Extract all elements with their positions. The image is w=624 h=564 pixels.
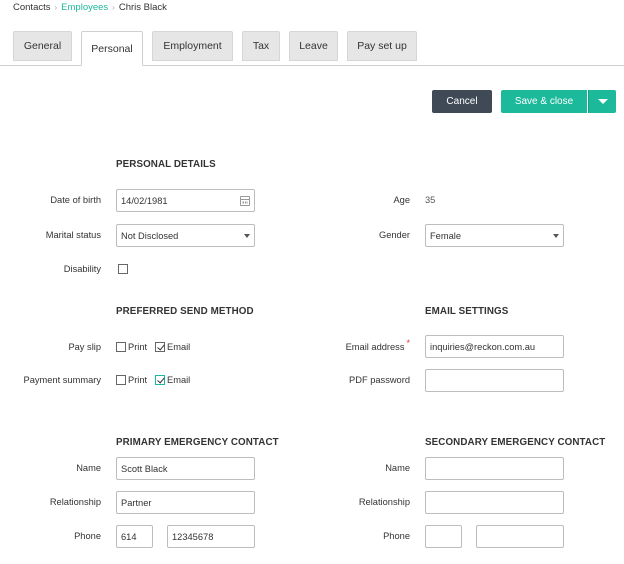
- chevron-right-icon: ›: [54, 3, 58, 12]
- dob-field[interactable]: 14/02/1981: [116, 189, 255, 212]
- primary-relationship-field[interactable]: Partner: [116, 491, 255, 514]
- pay-slip-email-label: Email: [167, 342, 191, 352]
- secondary-contact-title: SECONDARY EMERGENCY CONTACT: [425, 437, 606, 448]
- payment-summary-print-checkbox[interactable]: [116, 375, 126, 385]
- primary-phone-area-field[interactable]: 614: [116, 525, 153, 548]
- tab-bar: General Personal Employment Tax Leave Pa…: [0, 31, 624, 66]
- marital-status-value: Not Disclosed: [121, 230, 179, 241]
- primary-name-value: Scott Black: [121, 463, 168, 474]
- secondary-relationship-label: Relationship: [358, 497, 410, 507]
- gender-label: Gender: [378, 230, 410, 240]
- pay-slip-label: Pay slip: [68, 342, 101, 352]
- calendar-icon[interactable]: [240, 195, 250, 206]
- pay-slip-email-checkbox[interactable]: [155, 342, 165, 352]
- gender-select[interactable]: Female: [425, 224, 564, 247]
- caret-down-icon: [597, 99, 608, 104]
- email-address-label: Email address *: [345, 338, 410, 352]
- cancel-button[interactable]: Cancel: [432, 90, 492, 113]
- primary-phone-number-value: 12345678: [172, 531, 214, 542]
- primary-phone-area-value: 614: [121, 531, 137, 542]
- primary-contact-title: PRIMARY EMERGENCY CONTACT: [116, 437, 279, 448]
- tab-personal[interactable]: Personal: [81, 31, 143, 66]
- secondary-phone-area-field[interactable]: [425, 525, 462, 548]
- email-address-field[interactable]: inquiries@reckon.com.au: [425, 335, 564, 358]
- disability-label: Disability: [63, 264, 101, 274]
- save-close-button[interactable]: Save & close: [501, 90, 587, 113]
- primary-phone-number-field[interactable]: 12345678: [167, 525, 255, 548]
- dob-label: Date of birth: [50, 195, 101, 205]
- tab-tax[interactable]: Tax: [242, 31, 280, 61]
- breadcrumb-employees[interactable]: Employees: [61, 2, 108, 13]
- age-label: Age: [393, 195, 410, 205]
- pdf-password-label: PDF password: [349, 375, 410, 385]
- email-address-label-text: Email address: [345, 342, 405, 352]
- age-value: 35: [425, 195, 436, 205]
- tab-leave[interactable]: Leave: [289, 31, 338, 61]
- primary-phone-label: Phone: [74, 531, 101, 541]
- secondary-relationship-field[interactable]: [425, 491, 564, 514]
- pay-slip-print-checkbox[interactable]: [116, 342, 126, 352]
- email-settings-title: EMAIL SETTINGS: [425, 306, 509, 317]
- breadcrumb: Contacts › Employees › Chris Black: [13, 2, 167, 13]
- secondary-name-label: Name: [385, 463, 410, 473]
- email-address-value: inquiries@reckon.com.au: [430, 341, 536, 352]
- disability-checkbox[interactable]: [118, 264, 128, 274]
- chevron-down-icon: [244, 233, 250, 238]
- primary-relationship-label: Relationship: [49, 497, 101, 507]
- secondary-phone-number-field[interactable]: [476, 525, 564, 548]
- required-marker: *: [406, 338, 410, 348]
- pdf-password-field[interactable]: [425, 369, 564, 392]
- save-options-dropdown[interactable]: [588, 90, 616, 113]
- primary-name-field[interactable]: Scott Black: [116, 457, 255, 480]
- tab-pay-set-up[interactable]: Pay set up: [347, 31, 417, 61]
- secondary-name-field[interactable]: [425, 457, 564, 480]
- payment-summary-print-label: Print: [128, 375, 148, 385]
- marital-status-select[interactable]: Not Disclosed: [116, 224, 255, 247]
- dob-value: 14/02/1981: [121, 195, 168, 206]
- payment-summary-label: Payment summary: [23, 375, 102, 385]
- chevron-down-icon: [553, 233, 559, 238]
- pay-slip-print-label: Print: [128, 342, 148, 352]
- gender-value: Female: [430, 230, 462, 241]
- tab-general[interactable]: General: [13, 31, 72, 61]
- breadcrumb-contacts[interactable]: Contacts: [13, 2, 51, 13]
- primary-name-label: Name: [76, 463, 101, 473]
- payment-summary-email-checkbox[interactable]: [155, 375, 165, 385]
- secondary-phone-label: Phone: [383, 531, 410, 541]
- personal-details-title: PERSONAL DETAILS: [116, 159, 216, 170]
- tab-employment[interactable]: Employment: [152, 31, 233, 61]
- chevron-right-icon: ›: [112, 3, 115, 12]
- breadcrumb-current: Chris Black: [118, 2, 167, 13]
- marital-status-label: Marital status: [45, 230, 101, 240]
- send-method-title: PREFERRED SEND METHOD: [116, 306, 254, 317]
- payment-summary-email-label: Email: [167, 375, 191, 385]
- primary-relationship-value: Partner: [121, 497, 152, 508]
